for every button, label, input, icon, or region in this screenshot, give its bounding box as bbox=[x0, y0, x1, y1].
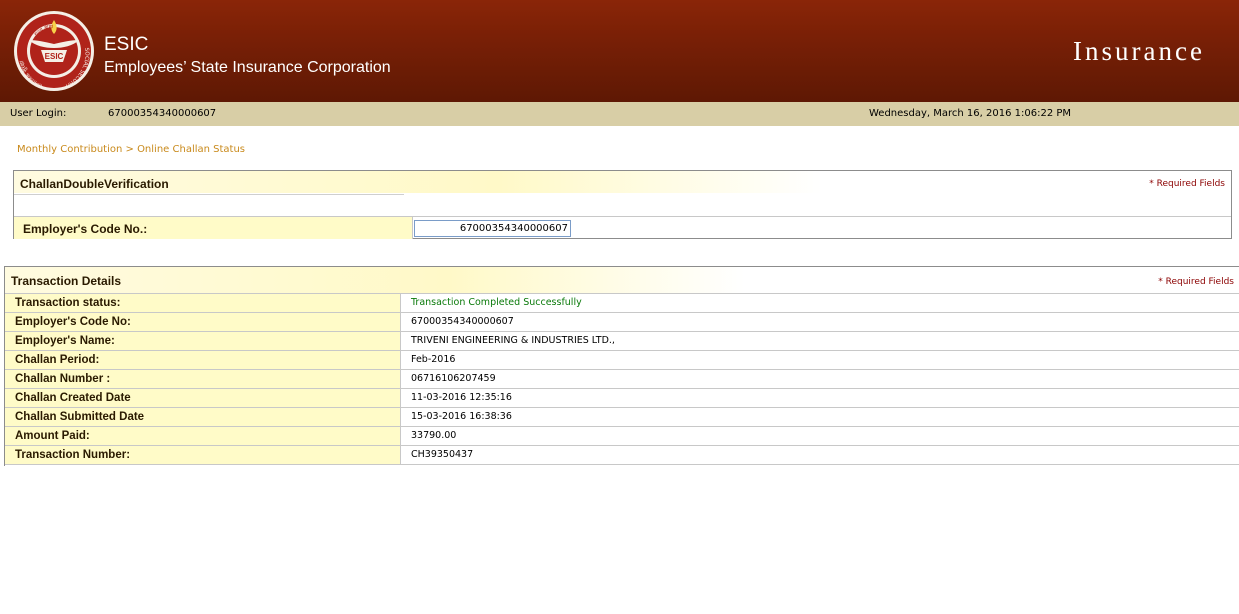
challan-verification-panel: ChallanDoubleVerification * Required Fie… bbox=[13, 170, 1232, 239]
row-label-cell: Challan Submitted Date bbox=[5, 408, 401, 426]
row-label-cell: Challan Period: bbox=[5, 351, 401, 369]
transaction-number-value: CH39350437 bbox=[411, 449, 474, 460]
employer-code-label: Employer's Code No.: bbox=[23, 222, 148, 236]
amount-paid-row: Amount Paid: 33790.00 bbox=[5, 427, 1239, 446]
row-label: Transaction Number: bbox=[15, 449, 131, 461]
user-login-bar: User Login: 67000354340000607 Wednesday,… bbox=[0, 102, 1239, 126]
row-label: Amount Paid: bbox=[15, 430, 90, 442]
amount-paid-value: 33790.00 bbox=[411, 430, 457, 441]
transaction-details-panel: Transaction Details * Required Fields Tr… bbox=[4, 266, 1239, 466]
panel-title: ChallanDoubleVerification bbox=[20, 177, 169, 191]
divider bbox=[14, 194, 404, 195]
employer-code-value: 67000354340000607 bbox=[411, 316, 514, 327]
row-label-cell: Challan Number : bbox=[5, 370, 401, 388]
transaction-status-value: Transaction Completed Successfully bbox=[411, 297, 582, 308]
challan-number-row: Challan Number : 06716106207459 bbox=[5, 370, 1239, 389]
employer-code-input[interactable] bbox=[414, 220, 571, 237]
row-label: Transaction status: bbox=[15, 297, 121, 309]
user-login-label: User Login: bbox=[10, 108, 67, 119]
row-label: Challan Period: bbox=[15, 354, 100, 366]
challan-period-value: Feb-2016 bbox=[411, 354, 456, 365]
row-label: Employer's Code No: bbox=[15, 316, 131, 328]
required-fields-note: * Required Fields bbox=[1158, 277, 1234, 287]
org-abbreviation: ESIC bbox=[104, 34, 149, 55]
transaction-status-row: Transaction status: Transaction Complete… bbox=[5, 294, 1239, 313]
breadcrumb-item-online-challan-status[interactable]: Online Challan Status bbox=[137, 144, 245, 155]
row-label-cell: Amount Paid: bbox=[5, 427, 401, 445]
esic-logo[interactable]: ESIC सामाजिक सुरक्षा SOCIAL SECURITY राज… bbox=[13, 10, 95, 92]
breadcrumb: Monthly Contribution > Online Challan St… bbox=[17, 144, 245, 155]
row-label: Challan Submitted Date bbox=[15, 411, 145, 423]
employer-code-row: Employer's Code No.: bbox=[14, 216, 1231, 239]
transaction-number-row: Transaction Number: CH39350437 bbox=[5, 446, 1239, 465]
challan-submitted-date-row: Challan Submitted Date 15-03-2016 16:38:… bbox=[5, 408, 1239, 427]
employer-code-row: Employer's Code No: 67000354340000607 bbox=[5, 313, 1239, 332]
breadcrumb-separator: > bbox=[122, 144, 138, 155]
row-label-cell: Employer's Name: bbox=[5, 332, 401, 350]
row-label-cell: Employer's Code No: bbox=[5, 313, 401, 331]
user-login-id: 67000354340000607 bbox=[108, 108, 217, 119]
breadcrumb-item-monthly-contribution[interactable]: Monthly Contribution bbox=[17, 144, 122, 155]
challan-number-value: 06716106207459 bbox=[411, 373, 496, 384]
logo-text: ESIC bbox=[45, 52, 64, 61]
row-label: Challan Created Date bbox=[15, 392, 131, 404]
employer-name-row: Employer's Name: TRIVENI ENGINEERING & I… bbox=[5, 332, 1239, 351]
row-label-cell: Transaction status: bbox=[5, 294, 401, 312]
site-header: ESIC सामाजिक सुरक्षा SOCIAL SECURITY राज… bbox=[0, 0, 1239, 102]
panel-title-bar: ChallanDoubleVerification bbox=[14, 171, 822, 193]
employer-code-label-cell: Employer's Code No.: bbox=[14, 217, 413, 239]
required-fields-note: * Required Fields bbox=[1149, 179, 1225, 189]
challan-created-date-row: Challan Created Date 11-03-2016 12:35:16 bbox=[5, 389, 1239, 408]
challan-created-date-value: 11-03-2016 12:35:16 bbox=[411, 392, 512, 403]
current-datetime: Wednesday, March 16, 2016 1:06:22 PM bbox=[869, 108, 1072, 119]
panel-title: Transaction Details bbox=[11, 274, 122, 288]
row-label-cell: Transaction Number: bbox=[5, 446, 401, 464]
employer-name-value: TRIVENI ENGINEERING & INDUSTRIES LTD., bbox=[411, 335, 615, 346]
challan-period-row: Challan Period: Feb-2016 bbox=[5, 351, 1239, 370]
org-full-name: Employees’ State Insurance Corporation bbox=[104, 59, 391, 76]
row-label-cell: Challan Created Date bbox=[5, 389, 401, 407]
section-title: Insurance bbox=[1073, 36, 1205, 66]
challan-submitted-date-value: 15-03-2016 16:38:36 bbox=[411, 411, 512, 422]
row-label: Challan Number : bbox=[15, 373, 111, 385]
row-label: Employer's Name: bbox=[15, 335, 115, 347]
panel-title-bar: Transaction Details bbox=[5, 267, 745, 293]
